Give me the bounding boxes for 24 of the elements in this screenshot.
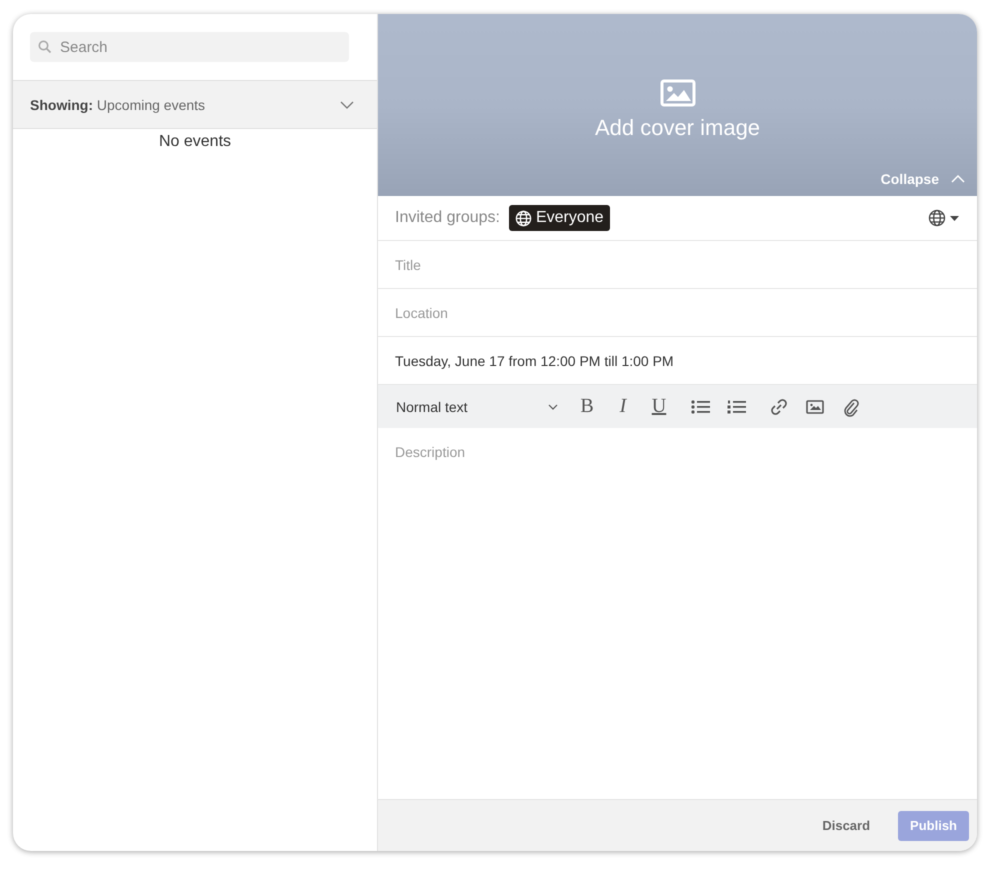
invited-label: Invited groups: bbox=[395, 209, 500, 227]
event-filter[interactable]: Showing: Upcoming events bbox=[13, 81, 377, 129]
filter-label: Showing: Upcoming events bbox=[30, 96, 206, 112]
chevron-down-icon bbox=[548, 404, 558, 410]
empty-message: No events bbox=[158, 132, 232, 151]
italic-button[interactable]: I bbox=[612, 394, 634, 418]
cover-label: Add cover image bbox=[594, 115, 760, 141]
event-field[interactable]: Tuesday, June 17 from 12:00 PM till 1:00 PM bbox=[395, 352, 959, 368]
event-field[interactable]: Title bbox=[395, 256, 959, 272]
event-field[interactable]: Location bbox=[395, 304, 959, 320]
image-icon bbox=[660, 79, 696, 107]
globe-icon bbox=[928, 209, 946, 227]
caret-icon bbox=[950, 216, 959, 220]
search-icon bbox=[38, 40, 52, 54]
search-field[interactable]: Search bbox=[30, 32, 349, 62]
format-dropdown[interactable]: Normal text bbox=[396, 398, 562, 414]
globe-icon bbox=[514, 210, 532, 226]
filter-chevron-icon bbox=[340, 100, 354, 108]
discard-button[interactable]: Discard bbox=[816, 817, 876, 834]
chevron-up-icon bbox=[951, 175, 965, 183]
bold-button[interactable]: B bbox=[576, 394, 598, 418]
group-chip[interactable]: Everyone bbox=[508, 205, 610, 231]
underline-button[interactable]: U bbox=[648, 394, 670, 418]
visibility-dropdown[interactable] bbox=[928, 209, 959, 227]
